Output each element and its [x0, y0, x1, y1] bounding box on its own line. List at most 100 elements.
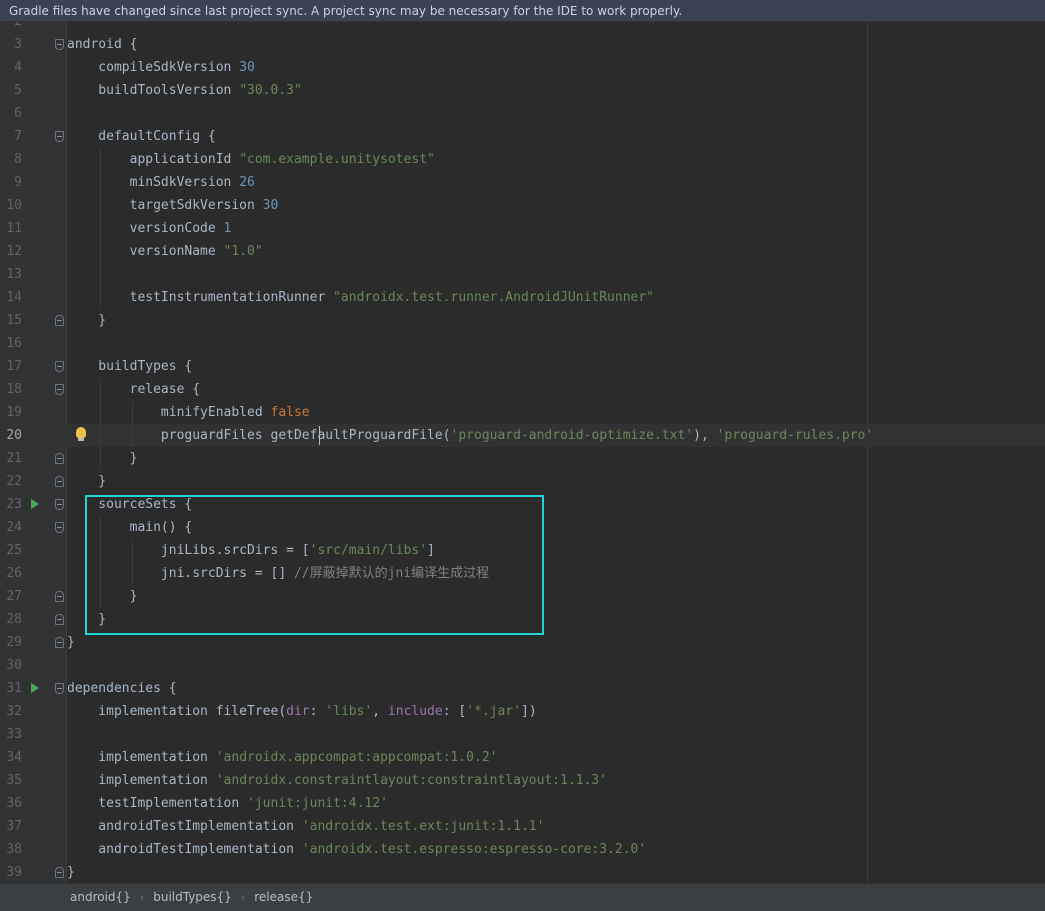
- code-line[interactable]: 21 }: [0, 447, 1045, 470]
- code-line[interactable]: 4 compileSdkVersion 30: [0, 56, 1045, 79]
- code-text[interactable]: androidTestImplementation 'androidx.test…: [67, 838, 646, 861]
- line-number[interactable]: 15: [0, 309, 22, 332]
- fold-marker-icon[interactable]: [55, 683, 64, 694]
- line-number[interactable]: 27: [0, 585, 22, 608]
- line-number[interactable]: 12: [0, 240, 22, 263]
- code-text[interactable]: testInstrumentationRunner "androidx.test…: [67, 286, 654, 309]
- fold-marker-icon[interactable]: [55, 522, 64, 533]
- code-text[interactable]: targetSdkVersion 30: [67, 194, 279, 217]
- line-number[interactable]: 19: [0, 401, 22, 424]
- fold-marker-icon[interactable]: [55, 131, 64, 142]
- code-line[interactable]: 12 versionName "1.0": [0, 240, 1045, 263]
- code-line[interactable]: 13: [0, 263, 1045, 286]
- code-text[interactable]: testImplementation 'junit:junit:4.12': [67, 792, 388, 815]
- line-number[interactable]: 9: [0, 171, 22, 194]
- code-text[interactable]: applicationId "com.example.unitysotest": [67, 148, 435, 171]
- fold-marker-icon[interactable]: [55, 315, 64, 326]
- fold-marker-icon[interactable]: [55, 867, 64, 878]
- code-line[interactable]: 39}: [0, 861, 1045, 883]
- breadcrumb-android[interactable]: android{}: [70, 884, 131, 910]
- code-line[interactable]: 8 applicationId "com.example.unitysotest…: [0, 148, 1045, 171]
- line-number[interactable]: 26: [0, 562, 22, 585]
- fold-marker-icon[interactable]: [55, 476, 64, 487]
- code-line[interactable]: 32 implementation fileTree(dir: 'libs', …: [0, 700, 1045, 723]
- code-text[interactable]: androidTestImplementation 'androidx.test…: [67, 815, 544, 838]
- line-number[interactable]: 5: [0, 79, 22, 102]
- code-line[interactable]: 18 release {: [0, 378, 1045, 401]
- run-gutter-icon[interactable]: [31, 683, 39, 693]
- breadcrumb-build-types[interactable]: buildTypes{}: [153, 884, 232, 910]
- line-number[interactable]: 33: [0, 723, 22, 746]
- line-number[interactable]: 38: [0, 838, 22, 861]
- run-gutter-icon[interactable]: [31, 499, 39, 509]
- code-line[interactable]: 19 minifyEnabled false: [0, 401, 1045, 424]
- code-text[interactable]: }: [67, 470, 106, 493]
- fold-marker-icon[interactable]: [55, 637, 64, 648]
- code-line[interactable]: 15 }: [0, 309, 1045, 332]
- code-line[interactable]: 38 androidTestImplementation 'androidx.t…: [0, 838, 1045, 861]
- line-number[interactable]: 37: [0, 815, 22, 838]
- code-text[interactable]: implementation 'androidx.constraintlayou…: [67, 769, 607, 792]
- code-line[interactable]: 36 testImplementation 'junit:junit:4.12': [0, 792, 1045, 815]
- fold-marker-icon[interactable]: [55, 39, 64, 50]
- code-text[interactable]: implementation fileTree(dir: 'libs', inc…: [67, 700, 536, 723]
- line-number[interactable]: 29: [0, 631, 22, 654]
- fold-marker-icon[interactable]: [55, 453, 64, 464]
- code-text[interactable]: versionCode 1: [67, 217, 232, 240]
- line-number[interactable]: 18: [0, 378, 22, 401]
- breadcrumb-release[interactable]: release{}: [254, 884, 313, 910]
- line-number[interactable]: 39: [0, 861, 22, 883]
- line-number[interactable]: 8: [0, 148, 22, 171]
- code-line[interactable]: 37 androidTestImplementation 'androidx.t…: [0, 815, 1045, 838]
- code-text[interactable]: defaultConfig {: [67, 125, 215, 148]
- line-number[interactable]: 2: [0, 22, 22, 33]
- line-number[interactable]: 36: [0, 792, 22, 815]
- fold-marker-icon[interactable]: [55, 384, 64, 395]
- code-line[interactable]: 11 versionCode 1: [0, 217, 1045, 240]
- code-line[interactable]: 10 targetSdkVersion 30: [0, 194, 1045, 217]
- line-number[interactable]: 31: [0, 677, 22, 700]
- line-number[interactable]: 32: [0, 700, 22, 723]
- code-line[interactable]: 3 android {: [0, 33, 1045, 56]
- code-line[interactable]: 33: [0, 723, 1045, 746]
- code-line[interactable]: 9 minSdkVersion 26: [0, 171, 1045, 194]
- line-number[interactable]: 28: [0, 608, 22, 631]
- line-number[interactable]: 22: [0, 470, 22, 493]
- code-text[interactable]: proguardFiles getDefaultProguardFile('pr…: [67, 424, 873, 447]
- line-number[interactable]: 23: [0, 493, 22, 516]
- code-editor[interactable]: 23android {4 compileSdkVersion 305 build…: [0, 22, 1045, 883]
- code-text[interactable]: buildTypes {: [67, 355, 192, 378]
- code-line[interactable]: 14 testInstrumentationRunner "androidx.t…: [0, 286, 1045, 309]
- code-line[interactable]: 7 defaultConfig {: [0, 125, 1045, 148]
- fold-marker-icon[interactable]: [55, 499, 64, 510]
- line-number[interactable]: 11: [0, 217, 22, 240]
- line-number[interactable]: 16: [0, 332, 22, 355]
- line-number[interactable]: 4: [0, 56, 22, 79]
- line-number[interactable]: 10: [0, 194, 22, 217]
- code-text[interactable]: versionName "1.0": [67, 240, 263, 263]
- code-line[interactable]: 31 dependencies {: [0, 677, 1045, 700]
- code-text[interactable]: android {: [67, 33, 137, 56]
- code-text[interactable]: }: [67, 631, 75, 654]
- code-text[interactable]: }: [67, 447, 138, 470]
- line-number[interactable]: 14: [0, 286, 22, 309]
- line-number[interactable]: 17: [0, 355, 22, 378]
- line-number[interactable]: 13: [0, 263, 22, 286]
- fold-marker-icon[interactable]: [55, 614, 64, 625]
- code-line[interactable]: 16: [0, 332, 1045, 355]
- code-text[interactable]: dependencies {: [67, 677, 177, 700]
- line-number[interactable]: 24: [0, 516, 22, 539]
- code-line[interactable]: 2: [0, 22, 1045, 33]
- code-line[interactable]: 34 implementation 'androidx.appcompat:ap…: [0, 746, 1045, 769]
- code-line[interactable]: 5 buildToolsVersion "30.0.3": [0, 79, 1045, 102]
- code-line[interactable]: 6: [0, 102, 1045, 125]
- code-line[interactable]: 17 buildTypes {: [0, 355, 1045, 378]
- line-number[interactable]: 25: [0, 539, 22, 562]
- line-number[interactable]: 35: [0, 769, 22, 792]
- code-text[interactable]: compileSdkVersion 30: [67, 56, 255, 79]
- code-line[interactable]: 20 proguardFiles getDefaultProguardFile(…: [0, 424, 1045, 447]
- line-number[interactable]: 7: [0, 125, 22, 148]
- line-number[interactable]: 6: [0, 102, 22, 125]
- code-text[interactable]: }: [67, 309, 106, 332]
- fold-marker-icon[interactable]: [55, 361, 64, 372]
